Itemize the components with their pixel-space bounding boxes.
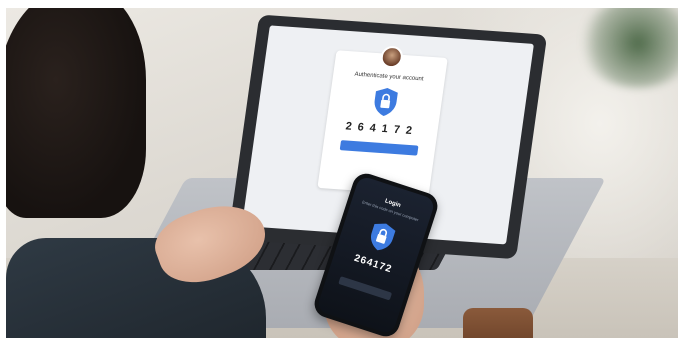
chair (463, 308, 533, 338)
auth-card: Authenticate your account 264172 (317, 45, 448, 196)
shield-lock-icon (365, 219, 399, 256)
avatar (379, 45, 405, 69)
photo: Authenticate your account 264172 Login E… (6, 8, 678, 338)
phone-action-button[interactable] (338, 276, 393, 301)
person-hair (6, 8, 146, 218)
phone-code: 264172 (352, 252, 394, 276)
shield-lock-icon (371, 86, 401, 118)
verify-button[interactable] (339, 140, 419, 156)
laptop-code: 264172 (344, 120, 419, 138)
auth-card-title: Authenticate your account (354, 71, 424, 83)
